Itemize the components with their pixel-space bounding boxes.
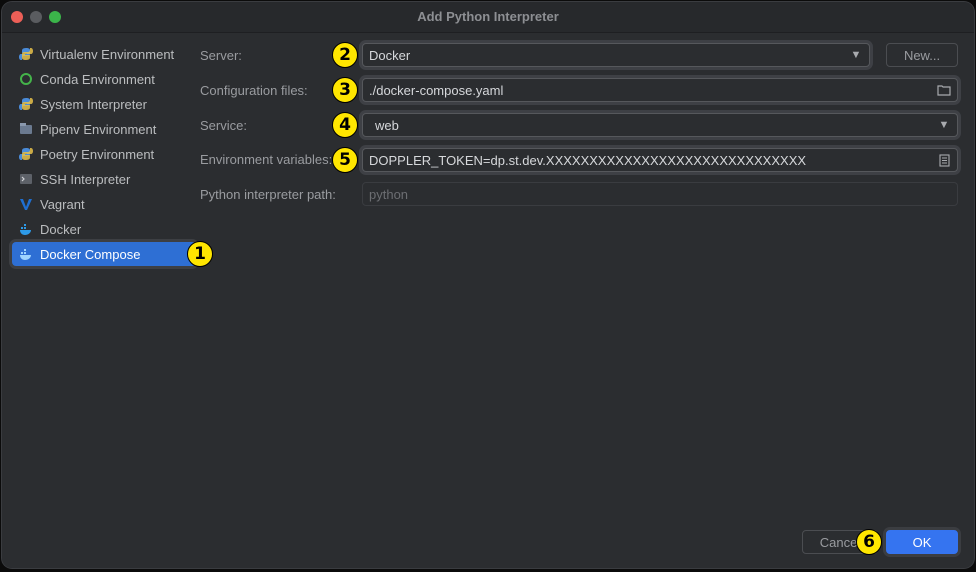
sidebar-item-label: SSH Interpreter bbox=[40, 171, 131, 187]
annotation-badge-6: 6 bbox=[856, 529, 882, 555]
annotation-badge-5: 5 bbox=[332, 147, 358, 173]
dialog-title: Add Python Interpreter bbox=[417, 9, 559, 24]
pipenv-icon bbox=[18, 121, 34, 137]
environment-variables-label: Environment variables: bbox=[200, 152, 333, 167]
sidebar-item-docker[interactable]: Docker bbox=[12, 217, 196, 241]
python-interpreter-path-input[interactable]: python bbox=[362, 182, 958, 206]
environment-variables-value: DOPPLER_TOKEN=dp.st.dev.XXXXXXXXXXXXXXXX… bbox=[369, 152, 807, 168]
python-interpreter-path-placeholder: python bbox=[369, 186, 409, 202]
sidebar-item-label: Pipenv Environment bbox=[40, 121, 157, 137]
vagrant-icon bbox=[18, 196, 34, 212]
add-python-interpreter-dialog: Add Python Interpreter Virtualenv Enviro… bbox=[2, 2, 974, 568]
service-label: Service: bbox=[200, 118, 247, 133]
server-select[interactable]: Docker ▼ bbox=[362, 43, 870, 67]
conda-icon bbox=[18, 71, 34, 87]
sidebar-item-ssh-interpreter[interactable]: SSH Interpreter bbox=[12, 167, 196, 191]
python-icon bbox=[18, 96, 34, 112]
annotation-badge-1: 1 bbox=[187, 241, 213, 267]
interpreter-type-list: Virtualenv Environment Conda Environment… bbox=[2, 33, 196, 568]
sidebar-item-label: Vagrant bbox=[40, 196, 85, 212]
environment-variables-input[interactable]: DOPPLER_TOKEN=dp.st.dev.XXXXXXXXXXXXXXXX… bbox=[362, 148, 958, 172]
annotation-badge-4: 4 bbox=[332, 112, 358, 138]
sidebar-item-pipenv[interactable]: Pipenv Environment bbox=[12, 117, 196, 141]
configuration-files-input[interactable]: ./docker-compose.yaml bbox=[362, 78, 958, 102]
sidebar-item-label: Conda Environment bbox=[40, 71, 155, 87]
docker-icon bbox=[18, 221, 34, 237]
docker-icon bbox=[18, 246, 34, 262]
sidebar-item-docker-compose[interactable]: Docker Compose bbox=[12, 242, 196, 266]
python-icon bbox=[18, 46, 34, 62]
python-interpreter-path-label: Python interpreter path: bbox=[200, 187, 336, 202]
sidebar-item-conda[interactable]: Conda Environment bbox=[12, 67, 196, 91]
configuration-files-label: Configuration files: bbox=[200, 83, 308, 98]
terminal-icon bbox=[18, 171, 34, 187]
service-select[interactable]: web ▼ bbox=[362, 113, 958, 137]
sidebar-item-label: Docker Compose bbox=[40, 246, 141, 262]
annotation-badge-2: 2 bbox=[332, 42, 358, 68]
annotation-badge-3: 3 bbox=[332, 77, 358, 103]
sidebar-item-system-interpreter[interactable]: System Interpreter bbox=[12, 92, 196, 116]
server-value: Docker bbox=[369, 47, 411, 63]
chevron-down-icon: ▼ bbox=[850, 49, 862, 61]
service-value: web bbox=[375, 117, 399, 133]
document-icon[interactable] bbox=[937, 153, 951, 167]
python-icon bbox=[18, 146, 34, 162]
folder-icon[interactable] bbox=[937, 83, 951, 97]
sidebar-item-vagrant[interactable]: Vagrant bbox=[12, 192, 196, 216]
sidebar-item-label: Poetry Environment bbox=[40, 146, 155, 162]
server-label: Server: bbox=[200, 48, 242, 63]
sidebar-item-virtualenv[interactable]: Virtualenv Environment bbox=[12, 42, 196, 66]
new-server-button[interactable]: New... bbox=[886, 43, 958, 67]
sidebar-item-label: System Interpreter bbox=[40, 96, 147, 112]
configuration-files-value: ./docker-compose.yaml bbox=[369, 82, 504, 98]
sidebar-item-label: Virtualenv Environment bbox=[40, 46, 175, 62]
sidebar-item-label: Docker bbox=[40, 221, 82, 237]
chevron-down-icon: ▼ bbox=[938, 119, 950, 131]
ok-button[interactable]: OK bbox=[886, 530, 958, 554]
sidebar-item-poetry[interactable]: Poetry Environment bbox=[12, 142, 196, 166]
title-bar: Add Python Interpreter bbox=[2, 2, 974, 33]
